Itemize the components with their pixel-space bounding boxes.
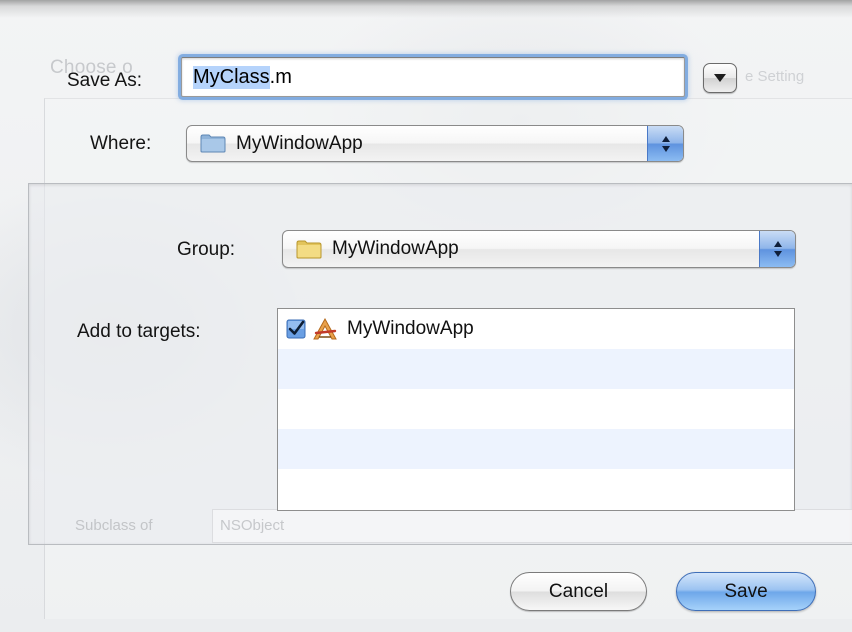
background-subclass-field: [212, 509, 852, 543]
save-as-label: Save As:: [67, 70, 142, 91]
list-row-empty: [278, 349, 794, 389]
filename-selection: MyClass: [193, 65, 270, 89]
background-right-text: e Setting: [745, 68, 805, 85]
group-popup[interactable]: MyWindowApp: [282, 230, 796, 268]
background-subclass-value: NSObject: [220, 517, 285, 534]
cancel-button[interactable]: Cancel: [510, 572, 647, 611]
group-label: Group:: [177, 239, 236, 260]
application-icon: [313, 318, 337, 340]
sheet-top-shadow: [0, 0, 852, 18]
checkbox-checked-icon[interactable]: [286, 319, 306, 339]
list-row-empty: [278, 469, 794, 509]
group-value: MyWindowApp: [332, 238, 459, 259]
list-row-empty: [278, 429, 794, 469]
where-value: MyWindowApp: [236, 132, 363, 154]
background-subclass-label: Subclass of: [75, 517, 153, 534]
triangle-down-icon: [714, 74, 726, 82]
list-row-empty: [278, 389, 794, 429]
target-name: MyWindowApp: [347, 318, 474, 339]
save-button[interactable]: Save: [676, 572, 816, 611]
popup-arrows-icon: [647, 126, 683, 161]
save-as-field[interactable]: MyClass .m: [181, 57, 685, 97]
folder-icon: [200, 134, 226, 153]
where-popup[interactable]: MyWindowApp: [186, 125, 684, 162]
popup-arrows-icon: [759, 231, 795, 267]
filename-extension: .m: [269, 65, 292, 88]
folder-icon: [296, 240, 322, 258]
expand-browser-button[interactable]: [703, 63, 737, 93]
where-label: Where:: [90, 133, 152, 154]
target-row[interactable]: MyWindowApp: [278, 309, 794, 349]
targets-label: Add to targets:: [77, 321, 201, 342]
targets-list[interactable]: MyWindowApp: [277, 308, 795, 511]
